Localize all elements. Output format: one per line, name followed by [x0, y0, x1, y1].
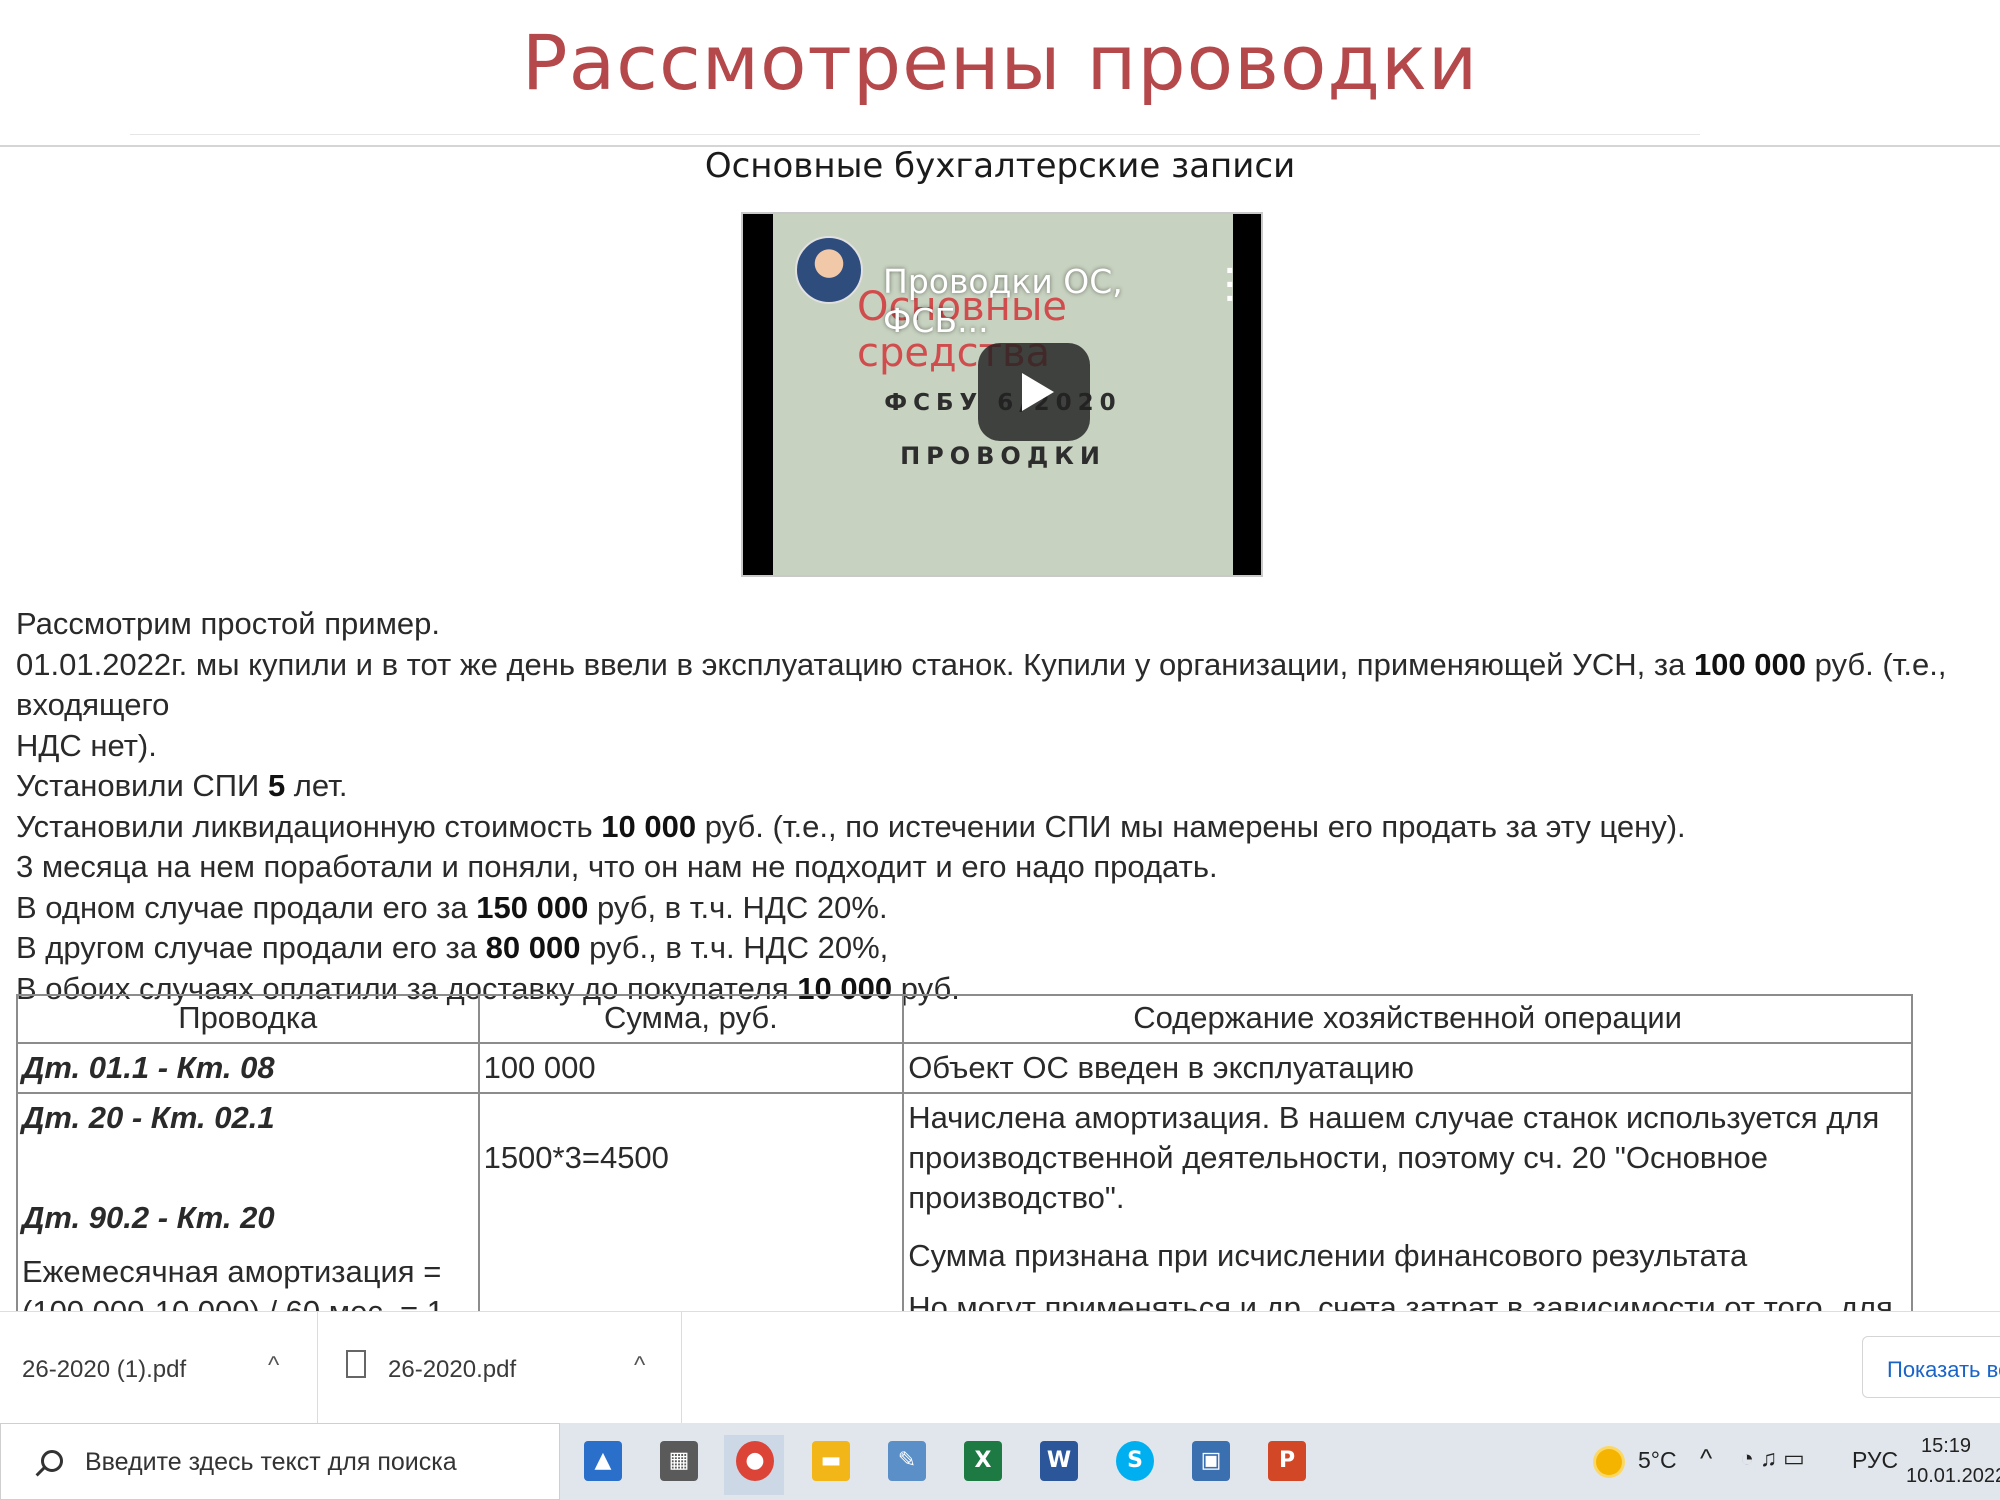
file-icon — [346, 1350, 366, 1378]
file-explorer-app-icon[interactable]: ▬ — [800, 1435, 860, 1495]
table-header-row: Проводка Сумма, руб. Содержание хозяйств… — [16, 994, 1913, 1044]
column-header: Содержание хозяйственной операции — [902, 994, 1913, 1044]
title-divider — [130, 134, 1700, 135]
section-heading: Основные бухгалтерские записи — [704, 146, 1296, 186]
sum-value: 1500*3=4500 — [483, 1140, 669, 1175]
column-header: Проводка — [16, 994, 480, 1044]
video-title[interactable]: Проводки ОС, ФСБ... — [883, 262, 1233, 340]
more-options-icon[interactable]: · · · — [1225, 254, 1236, 316]
taskbar-search[interactable]: Введите здесь текст для поиска — [0, 1423, 560, 1500]
excel-app-icon[interactable]: X — [952, 1435, 1012, 1495]
description-text: Сумма признана при исчислении финансовог… — [908, 1238, 1748, 1273]
network-app-icon[interactable]: ▣ — [1180, 1435, 1240, 1495]
video-player[interactable]: Основные средства ФСБУ 6/2020 ПРОВОДКИ П… — [741, 212, 1263, 577]
taskbar: Введите здесь текст для поиска ▲ ▦ ● ▬ ✎… — [0, 1423, 2000, 1500]
text-line: В одном случае продали его за 150 000 ру… — [16, 889, 888, 925]
slide-title: Рассмотрены проводки — [521, 18, 1479, 107]
chrome-app-icon[interactable]: ● — [724, 1435, 784, 1495]
table-row: Дт. 01.1 - Кт. 08 100 000 Объект ОС введ… — [16, 1042, 1913, 1094]
text-line: Установили СПИ 5 лет. — [16, 768, 348, 803]
clock-time: 15:19 — [1920, 1435, 1972, 1457]
text-line: НДС нет). — [16, 727, 157, 763]
example-text: Рассмотрим простой пример. 01.01.2022г. … — [16, 604, 1996, 1009]
text-line: В другом случае продали его за 80 000 ру… — [16, 930, 889, 965]
download-bar: 26-2020 (1).pdf ^ 26-2020.pdf ^ Показать… — [0, 1311, 2000, 1424]
system-tray-icons[interactable]: ◔♫▭ — [1740, 1445, 1811, 1500]
entry-line: Дт. 20 - Кт. 02.1 — [22, 1100, 275, 1135]
download-item[interactable]: 26-2020.pdf ^ — [318, 1312, 682, 1424]
presentation-app-icon[interactable]: P — [1256, 1435, 1316, 1495]
word-app-icon[interactable]: W — [1028, 1435, 1088, 1495]
weather-temperature[interactable]: 5°C — [1638, 1447, 1677, 1500]
channel-avatar[interactable] — [795, 236, 863, 304]
language-indicator[interactable]: РУС — [1852, 1447, 1898, 1500]
chevron-up-icon[interactable]: ^ — [268, 1352, 279, 1380]
notepad-app-icon[interactable]: ✎ — [876, 1435, 936, 1495]
show-all-downloads-button[interactable]: Показать все — [1862, 1336, 2000, 1398]
photos-app-icon[interactable]: ▲ — [572, 1435, 632, 1495]
entry-line: Дт. 90.2 - Кт. 20 — [22, 1200, 275, 1235]
text-line: Рассмотрим простой пример. — [16, 606, 440, 641]
clock[interactable]: 15:19 10.01.2022 — [1906, 1431, 2000, 1500]
description-text: Начислена амортизация. В нашем случае ст… — [908, 1100, 1880, 1215]
download-file-name[interactable]: 26-2020 (1).pdf — [22, 1356, 186, 1384]
entry-cell: Дт. 01.1 - Кт. 08 — [16, 1042, 480, 1094]
play-button[interactable] — [978, 343, 1090, 441]
sum-cell: 100 000 — [477, 1042, 905, 1094]
skype-app-icon[interactable]: S — [1104, 1435, 1164, 1495]
amortization-note: Ежемесячная амортизация = — [22, 1254, 442, 1289]
text-line: Установили ликвидационную стоимость 10 0… — [16, 808, 1686, 844]
chevron-up-icon[interactable]: ^ — [1700, 1443, 1712, 1500]
search-icon — [41, 1450, 63, 1472]
calculator-app-icon[interactable]: ▦ — [648, 1435, 708, 1495]
column-header: Сумма, руб. — [477, 994, 905, 1044]
text-line: 3 месяца на нем поработали и поняли, что… — [16, 849, 1218, 884]
weather-icon[interactable] — [1596, 1449, 1622, 1475]
search-input[interactable]: Введите здесь текст для поиска — [85, 1448, 457, 1477]
clock-date: 10.01.2022 — [1906, 1465, 2000, 1487]
video-thumbnail[interactable]: Основные средства ФСБУ 6/2020 ПРОВОДКИ П… — [773, 214, 1236, 575]
chevron-up-icon[interactable]: ^ — [634, 1352, 645, 1380]
download-item[interactable]: 26-2020 (1).pdf ^ — [0, 1312, 318, 1424]
download-file-name[interactable]: 26-2020.pdf — [388, 1356, 516, 1384]
text-line: 01.01.2022г. мы купили и в тот же день в… — [16, 646, 1947, 723]
description-cell: Объект ОС введен в эксплуатацию — [902, 1042, 1913, 1094]
video-thumbnail-caption: ПРОВОДКИ — [900, 442, 1106, 470]
